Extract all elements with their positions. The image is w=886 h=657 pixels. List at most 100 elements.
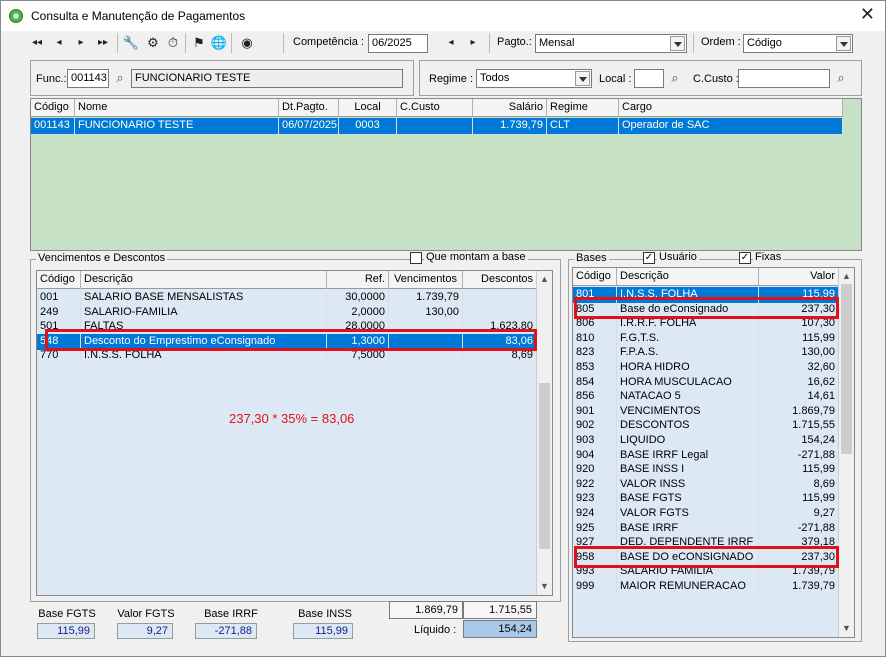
first-record-button[interactable]: ◂◂ bbox=[27, 34, 47, 52]
tool-icon[interactable]: 🔧 bbox=[121, 34, 141, 52]
vd-row[interactable]: 249 SALARIO-FAMILIA 2,0000 130,00 bbox=[37, 304, 537, 321]
vd-row[interactable]: 770 I.N.S.S. FOLHA 7,5000 8,69 bbox=[37, 348, 537, 365]
vd-row[interactable]: 501 FALTAS 28,0000 1.623,80 bbox=[37, 319, 537, 336]
bases-row[interactable]: 903 LIQUIDO 154,24 bbox=[573, 433, 839, 449]
globe-icon[interactable]: 🌐 bbox=[209, 34, 229, 52]
vd-cell-descricao: SALARIO-FAMILIA bbox=[81, 304, 327, 321]
bases-row[interactable]: 853 HORA HIDRO 32,60 bbox=[573, 360, 839, 376]
last-record-button[interactable]: ▸▸ bbox=[93, 34, 113, 52]
bases-col-valor[interactable]: Valor bbox=[759, 268, 839, 286]
local-field[interactable] bbox=[634, 69, 664, 88]
competencia-field[interactable]: 06/2025 bbox=[368, 34, 428, 53]
bases-cell-codigo: 904 bbox=[573, 447, 617, 464]
employee-ccusto bbox=[397, 118, 473, 134]
chevron-down-icon[interactable] bbox=[575, 71, 590, 86]
bases-col-descricao[interactable]: Descrição bbox=[617, 268, 759, 286]
bases-row[interactable]: 805 Base do eConsignado 237,30 bbox=[573, 301, 839, 318]
ccusto-field[interactable] bbox=[738, 69, 830, 88]
bases-row[interactable]: 999 MAIOR REMUNERACAO 1.739,79 bbox=[573, 579, 839, 595]
bases-cell-codigo: 958 bbox=[573, 549, 617, 566]
vd-col-codigo[interactable]: Código bbox=[37, 271, 81, 289]
scroll-down-icon[interactable]: ▼ bbox=[839, 621, 854, 636]
valor-fgts-value: 9,27 bbox=[117, 623, 173, 639]
col-codigo[interactable]: Código bbox=[31, 99, 75, 117]
vd-row[interactable]: 001 SALARIO BASE MENSALISTAS 30,0000 1.739,… bbox=[37, 290, 537, 306]
prev-record-button[interactable]: ◂ bbox=[49, 34, 69, 52]
vd-cell-venc bbox=[389, 348, 463, 365]
regime-select[interactable]: Todos bbox=[476, 69, 592, 88]
search-icon[interactable]: ⌕ bbox=[833, 70, 849, 86]
col-local[interactable]: Local bbox=[339, 99, 397, 117]
que-montam-checkbox[interactable] bbox=[410, 252, 422, 264]
vd-col-descricao[interactable]: Descrição bbox=[81, 271, 327, 289]
competencia-prev-button[interactable]: ◂ bbox=[441, 34, 461, 52]
bases-cell-valor: 9,27 bbox=[759, 506, 839, 522]
vd-scroll-thumb[interactable] bbox=[539, 383, 550, 549]
vd-col-vencimentos[interactable]: Vencimentos bbox=[389, 271, 463, 289]
bases-row[interactable]: 925 BASE IRRF -271,88 bbox=[573, 520, 839, 537]
pagto-select[interactable]: Mensal bbox=[535, 34, 687, 53]
employee-row[interactable]: 001143 FUNCIONARIO TESTE 06/07/2025 0003… bbox=[31, 118, 843, 134]
bases-row[interactable]: 920 BASE INSS I 115,99 bbox=[573, 462, 839, 479]
bases-row[interactable]: 902 DESCONTOS 1.715,55 bbox=[573, 418, 839, 435]
func-code-field[interactable]: 001143 bbox=[67, 69, 109, 88]
flag-icon[interactable]: ⚑ bbox=[189, 34, 209, 52]
scroll-down-icon[interactable]: ▼ bbox=[537, 579, 552, 594]
clock-icon[interactable]: ⏱ bbox=[163, 34, 183, 52]
col-dtpagto[interactable]: Dt.Pagto. bbox=[279, 99, 339, 117]
bases-row[interactable]: 927 DED. DEPENDENTE IRRF 379,18 bbox=[573, 535, 839, 552]
vd-cell-ref: 7,5000 bbox=[327, 348, 389, 365]
ordem-select[interactable]: Código bbox=[743, 34, 853, 53]
fixas-checkbox[interactable]: ✓ bbox=[739, 252, 751, 264]
vd-col-ref[interactable]: Ref. bbox=[327, 271, 389, 289]
usuario-checkbox[interactable]: ✓ bbox=[643, 252, 655, 264]
bases-row[interactable]: 856 NATACAO 5 14,61 bbox=[573, 389, 839, 406]
bases-cell-codigo: 805 bbox=[573, 301, 617, 318]
bases-cell-valor: 1.869,79 bbox=[759, 403, 839, 420]
col-salario[interactable]: Salário bbox=[473, 99, 547, 117]
bases-row[interactable]: 901 VENCIMENTOS 1.869,79 bbox=[573, 403, 839, 420]
info-icon[interactable]: ◉ bbox=[237, 34, 257, 52]
bases-row[interactable]: 810 F.G.T.S. 115,99 bbox=[573, 330, 839, 347]
bases-row[interactable]: 923 BASE FGTS 115,99 bbox=[573, 491, 839, 508]
employee-grid-header: Código Nome Dt.Pagto. Local C.Custo Salá… bbox=[31, 99, 843, 117]
vd-row[interactable]: 548 Desconto do Emprestimo eConsignado 1,3… bbox=[37, 333, 537, 350]
vd-col-descontos[interactable]: Descontos bbox=[463, 271, 537, 289]
bases-cell-valor: 115,99 bbox=[759, 462, 839, 479]
search-icon[interactable]: ⌕ bbox=[667, 70, 683, 86]
local-label: Local : bbox=[599, 73, 632, 85]
search-icon[interactable]: ⌕ bbox=[112, 70, 128, 86]
bases-row[interactable]: 924 VALOR FGTS 9,27 bbox=[573, 506, 839, 522]
bases-row[interactable]: 958 BASE DO eCONSIGNADO 237,30 bbox=[573, 549, 839, 566]
base-fgts-label: Base FGTS bbox=[38, 608, 96, 620]
bases-row[interactable]: 993 SALARIO FAMILIA 1.739,79 bbox=[573, 564, 839, 581]
chevron-down-icon[interactable] bbox=[670, 36, 685, 51]
scroll-up-icon[interactable]: ▲ bbox=[537, 272, 552, 287]
vd-scrollbar[interactable]: ▲ ▼ bbox=[536, 271, 552, 595]
settings-icon[interactable]: ⚙ bbox=[143, 34, 163, 52]
col-regime[interactable]: Regime bbox=[547, 99, 619, 117]
bases-row[interactable]: 801 I.N.S.S. FOLHA 115,99 bbox=[573, 287, 839, 303]
bases-col-codigo[interactable]: Código bbox=[573, 268, 617, 286]
calculation-annotation: 237,30 * 35% = 83,06 bbox=[229, 411, 355, 426]
next-record-button[interactable]: ▸ bbox=[71, 34, 91, 52]
employee-salario: 1.739,79 bbox=[473, 118, 547, 134]
col-ccusto[interactable]: C.Custo bbox=[397, 99, 473, 117]
bases-row[interactable]: 904 BASE IRRF Legal -271,88 bbox=[573, 447, 839, 464]
chevron-down-icon[interactable] bbox=[836, 36, 851, 51]
total-vencimentos: 1.869,79 bbox=[389, 601, 463, 619]
bases-scrollbar[interactable]: ▲ ▼ bbox=[838, 268, 854, 637]
bases-cell-codigo: 823 bbox=[573, 345, 617, 362]
valor-fgts-label: Valor FGTS bbox=[117, 608, 175, 620]
competencia-next-button[interactable]: ▸ bbox=[463, 34, 483, 52]
col-cargo[interactable]: Cargo bbox=[619, 99, 843, 117]
bases-row[interactable]: 806 I.R.R.F. FOLHA 107,30 bbox=[573, 316, 839, 333]
bases-row[interactable]: 854 HORA MUSCULACAO 16,62 bbox=[573, 374, 839, 391]
bases-row[interactable]: 823 F.P.A.S. 130,00 bbox=[573, 345, 839, 362]
employee-nome: FUNCIONARIO TESTE bbox=[75, 118, 279, 134]
bases-row[interactable]: 922 VALOR INSS 8,69 bbox=[573, 476, 839, 493]
scroll-up-icon[interactable]: ▲ bbox=[839, 269, 854, 284]
close-icon[interactable]: ✕ bbox=[860, 5, 875, 23]
bases-scroll-thumb[interactable] bbox=[841, 284, 852, 454]
col-nome[interactable]: Nome bbox=[75, 99, 279, 117]
